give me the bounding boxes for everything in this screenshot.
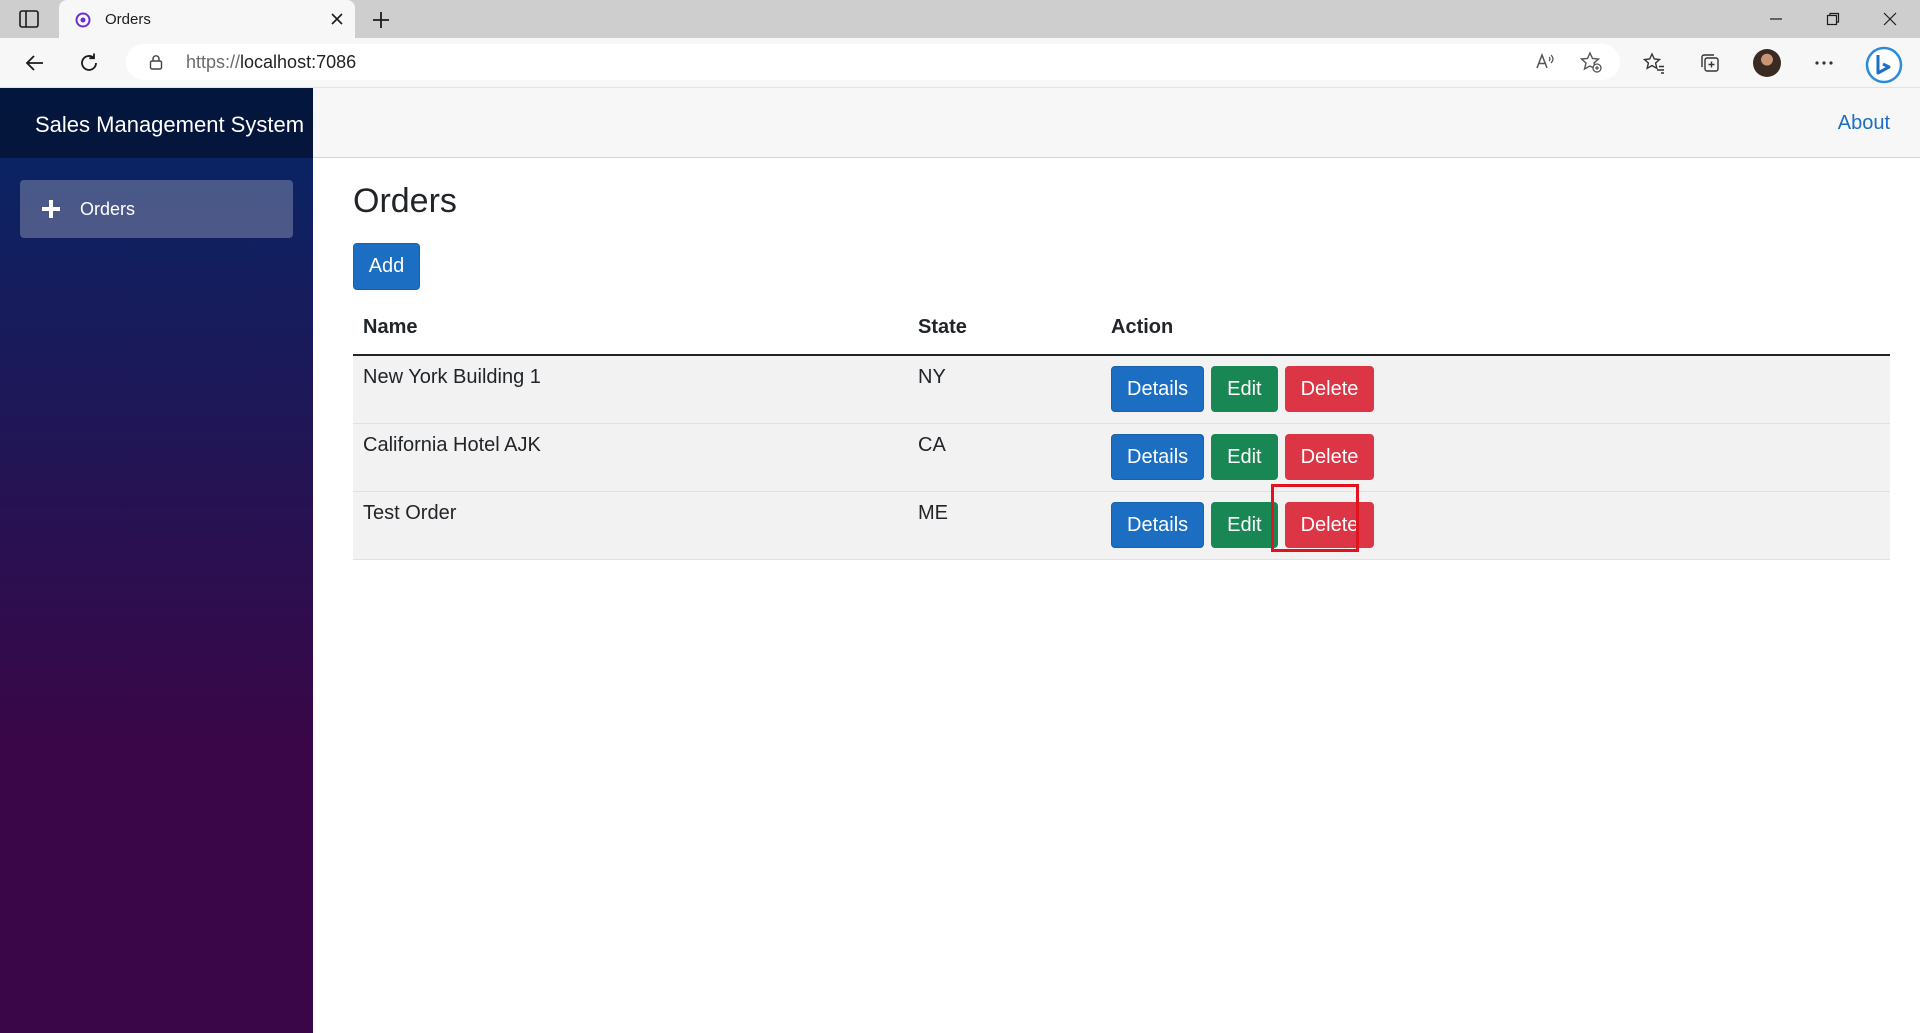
blazor-favicon-icon xyxy=(75,12,91,28)
bing-chat-button[interactable] xyxy=(1865,46,1903,84)
browser-tab-bar: Orders xyxy=(0,0,1920,38)
order-state: CA xyxy=(908,423,1101,492)
sidebar-item-orders[interactable]: Orders xyxy=(20,180,293,238)
url-text: https://localhost:7086 xyxy=(186,52,357,72)
close-tab-icon[interactable] xyxy=(329,11,345,27)
minimize-button[interactable] xyxy=(1748,0,1804,38)
back-arrow-icon xyxy=(25,55,43,71)
lock-icon[interactable] xyxy=(148,54,164,70)
order-actions: Details Edit Delete xyxy=(1101,491,1890,560)
edit-button[interactable]: Edit xyxy=(1211,502,1278,548)
delete-button[interactable]: Delete xyxy=(1284,434,1375,480)
column-header-action: Action xyxy=(1101,303,1890,356)
brand-bar: Sales Management System xyxy=(0,88,313,158)
brand-title[interactable]: Sales Management System xyxy=(35,112,304,138)
column-header-state: State xyxy=(908,303,1101,356)
collections-icon xyxy=(1701,54,1719,72)
collections-button[interactable] xyxy=(1697,50,1723,76)
url-field[interactable]: https://localhost:7086 xyxy=(126,44,1620,80)
top-row: About xyxy=(313,88,1920,158)
table-row: California Hotel AJK CA Details Edit Del… xyxy=(353,423,1890,492)
browser-tab[interactable]: Orders xyxy=(59,0,355,38)
details-button[interactable]: Details xyxy=(1111,434,1205,480)
favorites-icon xyxy=(1643,52,1664,74)
profile-avatar[interactable] xyxy=(1753,49,1781,77)
column-header-name: Name xyxy=(353,303,908,356)
new-tab-icon[interactable] xyxy=(370,9,392,31)
favorites-button[interactable] xyxy=(1641,50,1667,76)
restore-button[interactable] xyxy=(1805,0,1861,38)
details-button[interactable]: Details xyxy=(1111,502,1205,548)
order-actions: Details Edit Delete xyxy=(1101,355,1890,424)
order-name: Test Order xyxy=(353,491,908,560)
tab-title: Orders xyxy=(105,11,151,28)
sidebar: Sales Management System Orders xyxy=(0,88,313,1033)
table-row: New York Building 1 NY Details Edit Dele… xyxy=(353,355,1890,424)
table-row: Test Order ME Details Edit Delete xyxy=(353,491,1890,560)
add-button[interactable]: Add xyxy=(353,243,420,290)
add-favorite-icon[interactable] xyxy=(1580,51,1602,73)
close-icon xyxy=(1883,12,1897,26)
bing-icon xyxy=(1865,46,1903,84)
about-link[interactable]: About xyxy=(1838,112,1890,135)
refresh-button[interactable] xyxy=(76,50,102,76)
edit-button[interactable]: Edit xyxy=(1211,366,1278,412)
more-icon xyxy=(1815,61,1833,65)
details-button[interactable]: Details xyxy=(1111,366,1205,412)
minimize-icon xyxy=(1770,18,1782,20)
sidebar-item-label: Orders xyxy=(80,199,136,219)
tab-actions-icon[interactable] xyxy=(18,9,40,29)
order-name: New York Building 1 xyxy=(353,355,908,424)
plus-icon xyxy=(42,200,60,218)
browser-address-bar: https://localhost:7086 xyxy=(0,38,1920,88)
close-window-button[interactable] xyxy=(1862,0,1918,38)
restore-icon xyxy=(1826,12,1840,26)
read-aloud-icon[interactable] xyxy=(1534,51,1556,73)
edit-button[interactable]: Edit xyxy=(1211,434,1278,480)
table-header-row: Name State Action xyxy=(353,303,1890,356)
delete-button[interactable]: Delete xyxy=(1284,502,1375,548)
delete-button[interactable]: Delete xyxy=(1284,366,1375,412)
back-button[interactable] xyxy=(22,50,48,76)
orders-table: Name State Action New York Building 1 NY… xyxy=(353,303,1890,560)
order-state: ME xyxy=(908,491,1101,560)
settings-more-button[interactable] xyxy=(1811,50,1837,76)
order-actions: Details Edit Delete xyxy=(1101,423,1890,492)
refresh-icon xyxy=(81,53,97,71)
order-name: California Hotel AJK xyxy=(353,423,908,492)
order-state: NY xyxy=(908,355,1101,424)
page-title: Orders xyxy=(353,182,457,220)
